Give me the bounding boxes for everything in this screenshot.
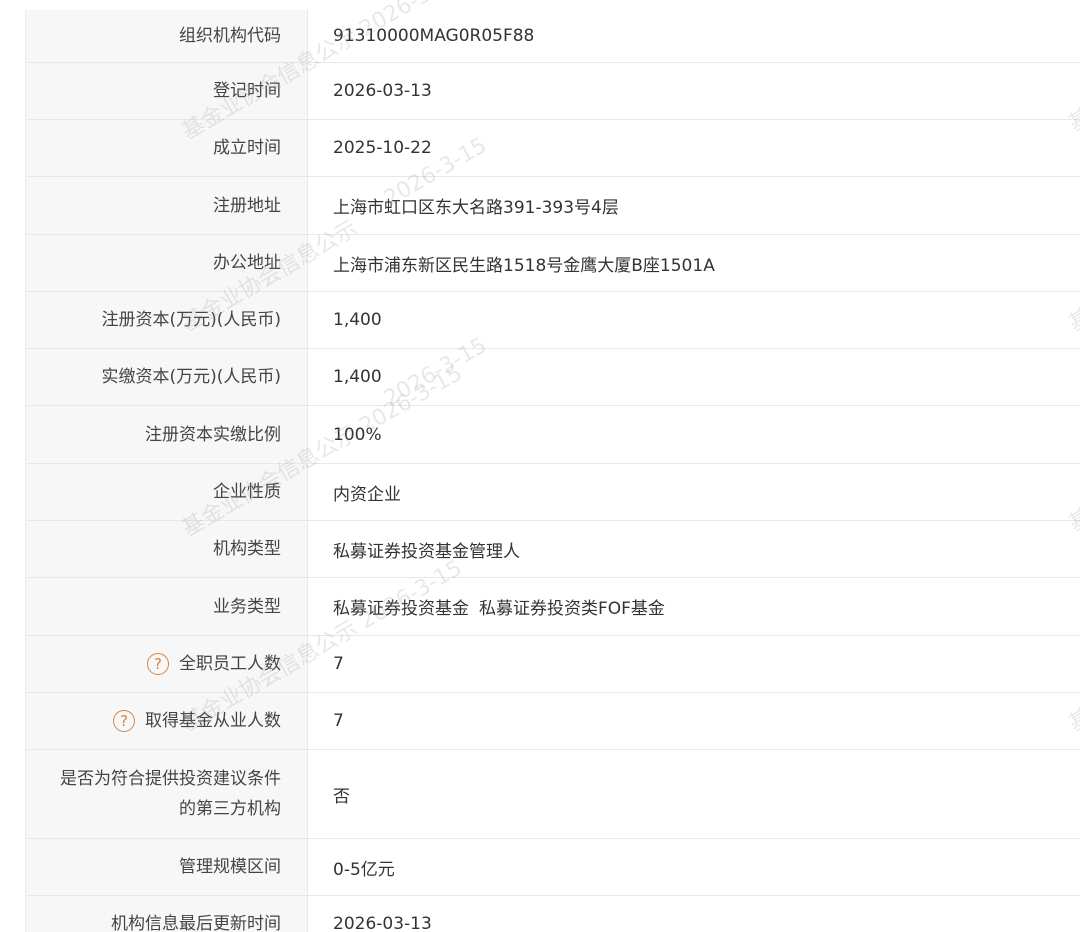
question-circle-icon[interactable]: ?: [147, 653, 169, 675]
label-office-address: 办公地址: [26, 235, 308, 291]
label-third-party-advisor: 是否为符合提供投资建议条件 的第三方机构: [26, 750, 308, 838]
left-gutter: [0, 10, 26, 932]
value-enterprise-nature: 内资企业: [308, 464, 1080, 520]
label-org-code: 组织机构代码: [26, 10, 308, 62]
row-paid-ratio: 注册资本实缴比例 100%: [26, 406, 1080, 464]
value-org-code: 91310000MAG0R05F88: [308, 10, 1080, 62]
row-office-address: 办公地址 上海市浦东新区民生路1518号金鹰大厦B座1501A: [26, 235, 1080, 292]
label-institution-type: 机构类型: [26, 521, 308, 577]
value-business-type: 私募证券投资基金 私募证券投资类FOF基金: [308, 578, 1080, 635]
label-third-party-line1: 是否为符合提供投资建议条件: [60, 769, 281, 789]
business-type-1: 私募证券投资基金: [333, 599, 469, 619]
row-institution-type: 机构类型 私募证券投资基金管理人: [26, 521, 1080, 578]
value-paid-ratio: 100%: [308, 406, 1080, 463]
label-aum-range: 管理规模区间: [26, 839, 308, 895]
value-registration-date: 2026-03-13: [308, 63, 1080, 119]
row-registered-address: 注册地址 上海市虹口区东大名路391-393号4层: [26, 177, 1080, 235]
row-org-code: 组织机构代码 91310000MAG0R05F88: [26, 0, 1080, 63]
value-establish-date: 2025-10-22: [308, 120, 1080, 176]
row-qualified-staff: ? 取得基金从业人数 7: [26, 693, 1080, 750]
label-fulltime-staff-text: 全职员工人数: [179, 654, 281, 674]
row-fulltime-staff: ? 全职员工人数 7: [26, 636, 1080, 693]
question-circle-icon[interactable]: ?: [113, 710, 135, 732]
label-registered-capital: 注册资本(万元)(人民币): [26, 292, 308, 348]
value-registered-address: 上海市虹口区东大名路391-393号4层: [308, 177, 1080, 234]
row-registration-date: 登记时间 2026-03-13: [26, 63, 1080, 120]
page: 组织机构代码 91310000MAG0R05F88 登记时间 2026-03-1…: [0, 0, 1080, 932]
label-qualified-staff: ? 取得基金从业人数: [26, 693, 308, 749]
value-last-update: 2026-03-13: [308, 896, 1080, 932]
label-enterprise-nature: 企业性质: [26, 464, 308, 520]
row-last-update: 机构信息最后更新时间 2026-03-13: [26, 896, 1080, 932]
row-paid-capital: 实缴资本(万元)(人民币) 1,400: [26, 349, 1080, 406]
row-establish-date: 成立时间 2025-10-22: [26, 120, 1080, 177]
value-aum-range: 0-5亿元: [308, 839, 1080, 895]
label-third-party-line2: 的第三方机构: [179, 799, 281, 819]
value-office-address: 上海市浦东新区民生路1518号金鹰大厦B座1501A: [308, 235, 1080, 291]
label-fulltime-staff: ? 全职员工人数: [26, 636, 308, 692]
row-business-type: 业务类型 私募证券投资基金 私募证券投资类FOF基金: [26, 578, 1080, 636]
row-registered-capital: 注册资本(万元)(人民币) 1,400: [26, 292, 1080, 349]
business-type-2: 私募证券投资类FOF基金: [479, 599, 665, 619]
label-paid-ratio: 注册资本实缴比例: [26, 406, 308, 463]
label-establish-date: 成立时间: [26, 120, 308, 176]
value-third-party-advisor: 否: [308, 750, 1080, 838]
label-last-update: 机构信息最后更新时间: [26, 896, 308, 932]
row-aum-range: 管理规模区间 0-5亿元: [26, 839, 1080, 896]
value-paid-capital: 1,400: [308, 349, 1080, 405]
institution-info-table: 组织机构代码 91310000MAG0R05F88 登记时间 2026-03-1…: [26, 0, 1080, 932]
label-business-type: 业务类型: [26, 578, 308, 635]
value-institution-type: 私募证券投资基金管理人: [308, 521, 1080, 577]
label-registration-date: 登记时间: [26, 63, 308, 119]
label-registered-address: 注册地址: [26, 177, 308, 234]
value-registered-capital: 1,400: [308, 292, 1080, 348]
row-third-party-advisor: 是否为符合提供投资建议条件 的第三方机构 否: [26, 750, 1080, 839]
value-qualified-staff: 7: [308, 693, 1080, 749]
label-paid-capital: 实缴资本(万元)(人民币): [26, 349, 308, 405]
label-qualified-staff-text: 取得基金从业人数: [145, 711, 281, 731]
value-fulltime-staff: 7: [308, 636, 1080, 692]
row-enterprise-nature: 企业性质 内资企业: [26, 464, 1080, 521]
